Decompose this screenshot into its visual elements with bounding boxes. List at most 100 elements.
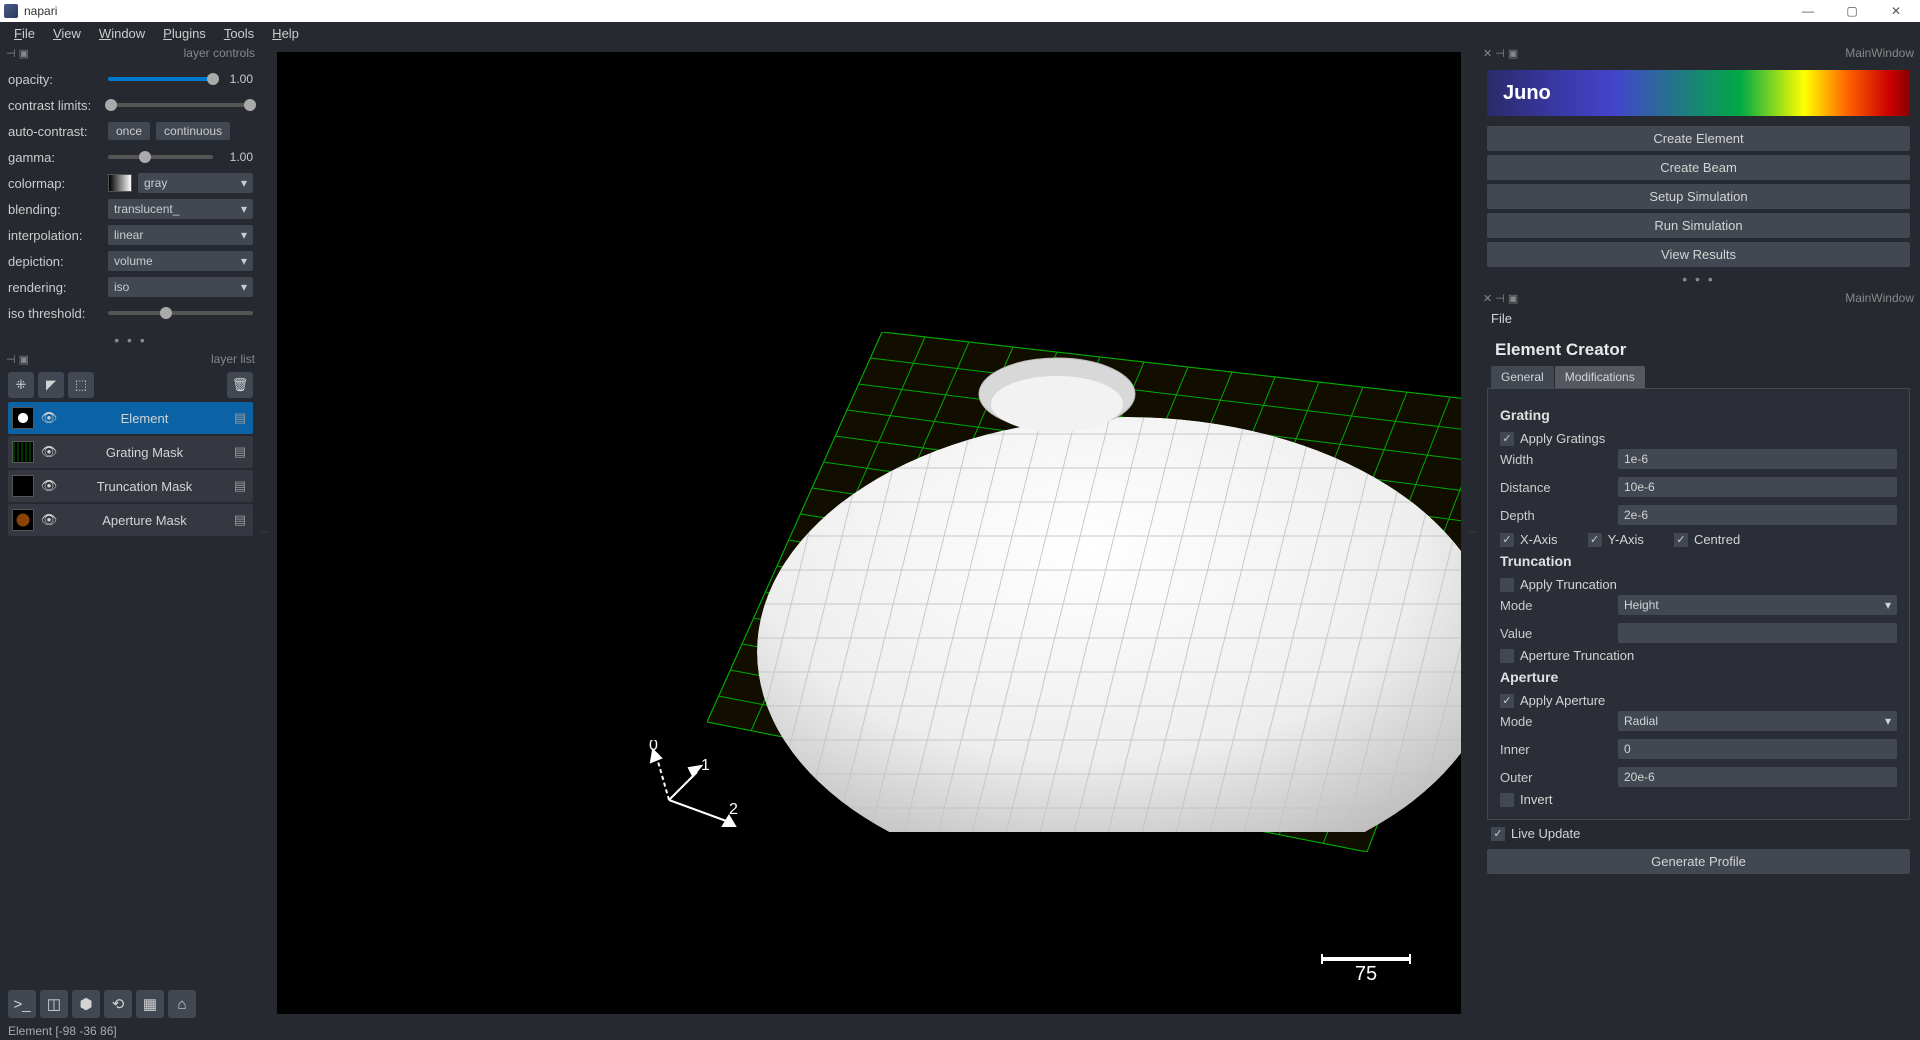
status-text: Element [-98 -36 86]	[8, 1024, 117, 1038]
canvas-viewport[interactable]: 0 1 2 75	[277, 52, 1461, 1014]
visibility-toggle-icon[interactable]: 👁	[40, 512, 58, 528]
layer-item-aperture-mask[interactable]: 👁 Aperture Mask ▤	[8, 504, 253, 536]
interpolation-label: interpolation:	[8, 228, 108, 243]
layer-item-element[interactable]: 👁 Element ▤	[8, 402, 253, 434]
juno-dock-header: ✕ ⊣ ▣ MainWindow	[1477, 44, 1920, 62]
scale-bar: 75	[1321, 957, 1411, 986]
view-results-button[interactable]: View Results	[1487, 242, 1910, 267]
centred-checkbox[interactable]: ✓Centred	[1674, 532, 1740, 547]
autocontrast-once-button[interactable]: once	[108, 122, 150, 140]
blending-select[interactable]: translucent_▾	[108, 199, 253, 219]
apply-gratings-checkbox[interactable]: ✓Apply Gratings	[1500, 431, 1897, 446]
dock-title: MainWindow	[1845, 291, 1914, 305]
dock-float-icon[interactable]: ⊣ ▣	[6, 47, 29, 60]
distance-input[interactable]: 10e-6	[1618, 477, 1897, 497]
points-tool-button[interactable]: ⁜	[8, 372, 34, 398]
visibility-toggle-icon[interactable]: 👁	[40, 444, 58, 460]
menu-window[interactable]: Window	[91, 24, 153, 43]
layer-thumb	[12, 509, 34, 531]
panel-resize-handle[interactable]: • • •	[1477, 269, 1920, 289]
layer-name: Aperture Mask	[64, 513, 225, 528]
maximize-button[interactable]: ▢	[1832, 1, 1872, 21]
layer-thumb	[12, 407, 34, 429]
layer-config-icon[interactable]: ▤	[231, 478, 249, 494]
menu-view[interactable]: View	[45, 24, 89, 43]
aperture-mode-select[interactable]: Radial▾	[1618, 711, 1897, 731]
invert-checkbox[interactable]: Invert	[1500, 792, 1897, 807]
menu-plugins[interactable]: Plugins	[155, 24, 214, 43]
grid-button[interactable]: ▦	[136, 990, 164, 1018]
menu-tools[interactable]: Tools	[216, 24, 262, 43]
menu-help[interactable]: Help	[264, 24, 307, 43]
layer-item-truncation-mask[interactable]: 👁 Truncation Mask ▤	[8, 470, 253, 502]
iso-slider[interactable]	[108, 311, 253, 315]
roll-button[interactable]: ⟲	[104, 990, 132, 1018]
delete-layer-button[interactable]: 🗑	[227, 372, 253, 398]
splitter-left[interactable]: ⋮	[261, 44, 269, 1022]
generate-profile-button[interactable]: Generate Profile	[1487, 849, 1910, 874]
layer-config-icon[interactable]: ▤	[231, 444, 249, 460]
dock-icons[interactable]: ✕ ⊣ ▣	[1483, 47, 1518, 60]
trunc-mode-label: Mode	[1500, 598, 1618, 613]
statusbar: Element [-98 -36 86]	[0, 1022, 1920, 1040]
colormap-select[interactable]: gray▾	[138, 173, 253, 193]
layer-list-title: layer list	[211, 352, 255, 366]
yaxis-checkbox[interactable]: ✓Y-Axis	[1588, 532, 1644, 547]
outer-input[interactable]: 20e-6	[1618, 767, 1897, 787]
dock-float-icon[interactable]: ⊣ ▣	[6, 353, 29, 366]
layer-list-header: ⊣ ▣ layer list	[0, 350, 261, 368]
dock-icons[interactable]: ✕ ⊣ ▣	[1483, 292, 1518, 305]
setup-simulation-button[interactable]: Setup Simulation	[1487, 184, 1910, 209]
autocontrast-continuous-button[interactable]: continuous	[156, 122, 230, 140]
shapes-tool-button[interactable]: ◤	[38, 372, 64, 398]
create-element-button[interactable]: Create Element	[1487, 126, 1910, 151]
rendering-select[interactable]: iso▾	[108, 277, 253, 297]
inner-input[interactable]: 0	[1618, 739, 1897, 759]
scale-value: 75	[1321, 963, 1411, 986]
interpolation-select[interactable]: linear▾	[108, 225, 253, 245]
colormap-swatch[interactable]	[108, 174, 132, 192]
blending-label: blending:	[8, 202, 108, 217]
home-button[interactable]: ⌂	[168, 990, 196, 1018]
gamma-slider[interactable]	[108, 155, 213, 159]
labels-tool-button[interactable]: ⬚	[68, 372, 94, 398]
depiction-select[interactable]: volume▾	[108, 251, 253, 271]
xaxis-checkbox[interactable]: ✓X-Axis	[1500, 532, 1558, 547]
opacity-slider[interactable]	[108, 77, 213, 81]
depiction-label: depiction:	[8, 254, 108, 269]
create-beam-button[interactable]: Create Beam	[1487, 155, 1910, 180]
layer-controls-title: layer controls	[184, 46, 255, 60]
file-menu[interactable]: File	[1477, 307, 1920, 330]
width-input[interactable]: 1e-6	[1618, 449, 1897, 469]
contrast-slider[interactable]	[108, 103, 253, 107]
layer-config-icon[interactable]: ▤	[231, 410, 249, 426]
live-update-checkbox[interactable]: ✓Live Update	[1477, 820, 1920, 847]
tab-modifications[interactable]: Modifications	[1555, 366, 1645, 388]
layer-config-icon[interactable]: ▤	[231, 512, 249, 528]
layer-item-grating-mask[interactable]: 👁 Grating Mask ▤	[8, 436, 253, 468]
close-button[interactable]: ✕	[1876, 1, 1916, 21]
inner-label: Inner	[1500, 742, 1618, 757]
tab-general[interactable]: General	[1491, 366, 1554, 388]
panel-resize-handle[interactable]: • • •	[0, 330, 261, 350]
splitter-right[interactable]: ⋮	[1469, 44, 1477, 1022]
apply-aperture-checkbox[interactable]: ✓Apply Aperture	[1500, 693, 1897, 708]
grating-heading: Grating	[1500, 407, 1897, 423]
visibility-toggle-icon[interactable]: 👁	[40, 410, 58, 426]
menu-file[interactable]: File	[6, 24, 43, 43]
run-simulation-button[interactable]: Run Simulation	[1487, 213, 1910, 238]
colormap-label: colormap:	[8, 176, 108, 191]
depth-input[interactable]: 2e-6	[1618, 505, 1897, 525]
view3d-button[interactable]: ⬢	[72, 990, 100, 1018]
truncation-heading: Truncation	[1500, 553, 1897, 569]
trunc-mode-select[interactable]: Height▾	[1618, 595, 1897, 615]
aperture-truncation-checkbox[interactable]: Aperture Truncation	[1500, 648, 1897, 663]
visibility-toggle-icon[interactable]: 👁	[40, 478, 58, 494]
ndisplay-button[interactable]: ◫	[40, 990, 68, 1018]
element-creator-dock-header: ✕ ⊣ ▣ MainWindow	[1477, 289, 1920, 307]
dome-render	[757, 332, 1461, 832]
minimize-button[interactable]: —	[1788, 1, 1828, 21]
apply-truncation-checkbox[interactable]: Apply Truncation	[1500, 577, 1897, 592]
trunc-value-input[interactable]	[1618, 623, 1897, 643]
console-button[interactable]: >_	[8, 990, 36, 1018]
